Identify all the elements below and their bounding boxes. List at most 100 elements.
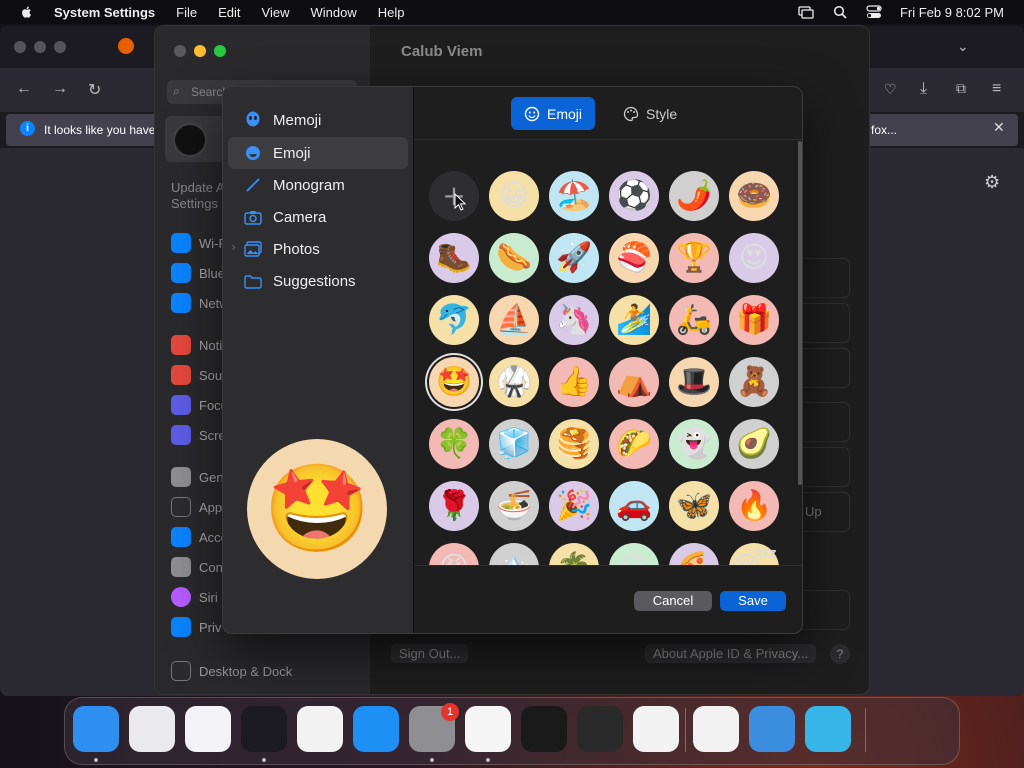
emoji-option[interactable]: 🌮 [609, 419, 659, 469]
emoji-option[interactable]: 😀 [489, 171, 539, 221]
emoji-option[interactable]: 🚀 [549, 233, 599, 283]
emoji-option[interactable]: 🎁 [729, 295, 779, 345]
terminal-icon[interactable] [521, 706, 567, 752]
cancel-button[interactable]: Cancel [634, 591, 712, 611]
emoji-option[interactable]: 🌹 [429, 481, 479, 531]
hamburger-menu-icon[interactable]: ≡ [992, 80, 1001, 98]
spotlight-search-icon[interactable] [832, 5, 848, 19]
tab-list-chevron-icon[interactable]: ⌄ [957, 38, 969, 55]
sidebar-item-accessibility[interactable]: Acce [171, 526, 228, 548]
forward-arrow-icon[interactable]: → [52, 80, 68, 98]
browser-minimize-button[interactable] [34, 41, 46, 53]
browser-zoom-button[interactable] [54, 41, 66, 53]
sign-out-button[interactable]: Sign Out... [391, 644, 469, 663]
sidebar-item-desktop-dock[interactable]: Desktop & Dock [171, 660, 292, 682]
emoji-option[interactable]: 🥾 [429, 233, 479, 283]
vscode-icon[interactable] [633, 706, 679, 752]
back-arrow-icon[interactable]: ← [16, 80, 32, 98]
emoji-option[interactable]: 🥋 [489, 357, 539, 407]
emoji-option[interactable]: 🎩 [669, 357, 719, 407]
emoji-option[interactable]: 🍣 [609, 233, 659, 283]
settings-close-button[interactable] [174, 45, 186, 57]
sidebar-item-focus[interactable]: Focu [171, 394, 228, 416]
menu-help[interactable]: Help [378, 5, 405, 20]
sidebar-item-sound[interactable]: Sou [171, 364, 222, 386]
settings-zoom-button[interactable] [214, 45, 226, 57]
emoji-option[interactable]: 😱 [609, 543, 659, 565]
emoji-option[interactable]: 😴 [729, 543, 779, 565]
settings-row[interactable] [795, 402, 850, 442]
control-center-icon[interactable] [866, 5, 882, 19]
emoji-option[interactable]: 😡 [429, 543, 479, 565]
weather-icon[interactable] [749, 706, 795, 752]
sidebar-item-general[interactable]: Gen [171, 466, 224, 488]
emoji-option[interactable]: 🍀 [429, 419, 479, 469]
emoji-option[interactable]: 🦋 [669, 481, 719, 531]
sidebar-item-bluetooth[interactable]: Blue [171, 262, 225, 284]
pocket-icon[interactable]: ♡ [884, 81, 897, 98]
menu-view[interactable]: View [262, 5, 290, 20]
emoji-option[interactable]: 🤩 [429, 357, 479, 407]
settings-row[interactable] [795, 303, 850, 343]
category-monogram[interactable]: Monogram [228, 169, 408, 201]
settings-minimize-button[interactable] [194, 45, 206, 57]
emoji-option[interactable]: 🏄 [609, 295, 659, 345]
emoji-option[interactable]: 🥞 [549, 419, 599, 469]
tab-emoji[interactable]: Emoji [511, 97, 596, 130]
emoji-option[interactable]: 🎉 [549, 481, 599, 531]
settings-row[interactable] [795, 348, 850, 388]
tab-style[interactable]: Style [609, 97, 691, 130]
menu-window[interactable]: Window [310, 5, 356, 20]
emoji-option[interactable]: 🍜 [489, 481, 539, 531]
emoji-option[interactable]: 🍩 [729, 171, 779, 221]
about-apple-id-button[interactable]: About Apple ID & Privacy... [645, 644, 817, 663]
banner-close-icon[interactable]: ✕ [993, 119, 1005, 136]
emoji-option[interactable]: 🚗 [609, 481, 659, 531]
menu-file[interactable]: File [176, 5, 197, 20]
emoji-option[interactable]: 🌴 [549, 543, 599, 565]
sidebar-item-siri[interactable]: Siri [171, 586, 218, 608]
emoji-option[interactable]: 🌭 [489, 233, 539, 283]
save-button[interactable]: Save [720, 591, 786, 611]
category-suggestions[interactable]: Suggestions [228, 265, 408, 297]
help-button[interactable]: ? [830, 644, 850, 664]
category-camera[interactable]: Camera [228, 201, 408, 233]
sidebar-item-wifi[interactable]: Wi-F [171, 232, 226, 254]
reload-icon[interactable]: ↻ [88, 80, 101, 100]
emoji-option[interactable]: 🏖️ [549, 171, 599, 221]
finder-icon[interactable] [73, 706, 119, 752]
menu-clock[interactable]: Fri Feb 9 8:02 PM [900, 5, 1004, 20]
emoji-option[interactable]: ⛵ [489, 295, 539, 345]
emoji-option[interactable]: 😍 [729, 233, 779, 283]
emoji-option[interactable]: 🐬 [429, 295, 479, 345]
firefox-icon[interactable] [241, 706, 287, 752]
emoji-option[interactable]: 🧸 [729, 357, 779, 407]
launchpad-icon[interactable] [129, 706, 175, 752]
garageband-icon[interactable] [577, 706, 623, 752]
emoji-grid-scrollbar[interactable] [798, 141, 802, 485]
emoji-option[interactable]: 🔥 [729, 481, 779, 531]
emoji-option[interactable]: ⚽ [609, 171, 659, 221]
extensions-icon[interactable]: ⧉ [956, 80, 966, 97]
menu-edit[interactable]: Edit [218, 5, 240, 20]
textedit-icon[interactable] [465, 706, 511, 752]
emoji-option[interactable]: 🛵 [669, 295, 719, 345]
trash-icon[interactable] [905, 706, 951, 752]
apple-logo-icon[interactable] [20, 5, 34, 19]
visual-studio-icon[interactable] [693, 706, 739, 752]
sidebar-item-network[interactable]: Netw [171, 292, 229, 314]
banner-right-text[interactable]: fox... [871, 123, 897, 137]
settings-row[interactable] [795, 447, 850, 487]
emoji-option[interactable]: 🍕 [669, 543, 719, 565]
emoji-option[interactable]: ⛺ [609, 357, 659, 407]
emoji-option[interactable]: 🧊 [489, 419, 539, 469]
page-settings-gear-icon[interactable]: ⚙ [984, 172, 1000, 193]
settings-row[interactable] [795, 590, 850, 630]
settings-row[interactable] [795, 258, 850, 298]
menu-app-name[interactable]: System Settings [54, 5, 155, 20]
emoji-option[interactable]: 🌶️ [669, 171, 719, 221]
firefox-tab-icon[interactable] [118, 38, 134, 54]
category-emoji[interactable]: Emoji [228, 137, 408, 169]
settings-row[interactable] [795, 492, 850, 532]
app-store-icon[interactable] [353, 706, 399, 752]
